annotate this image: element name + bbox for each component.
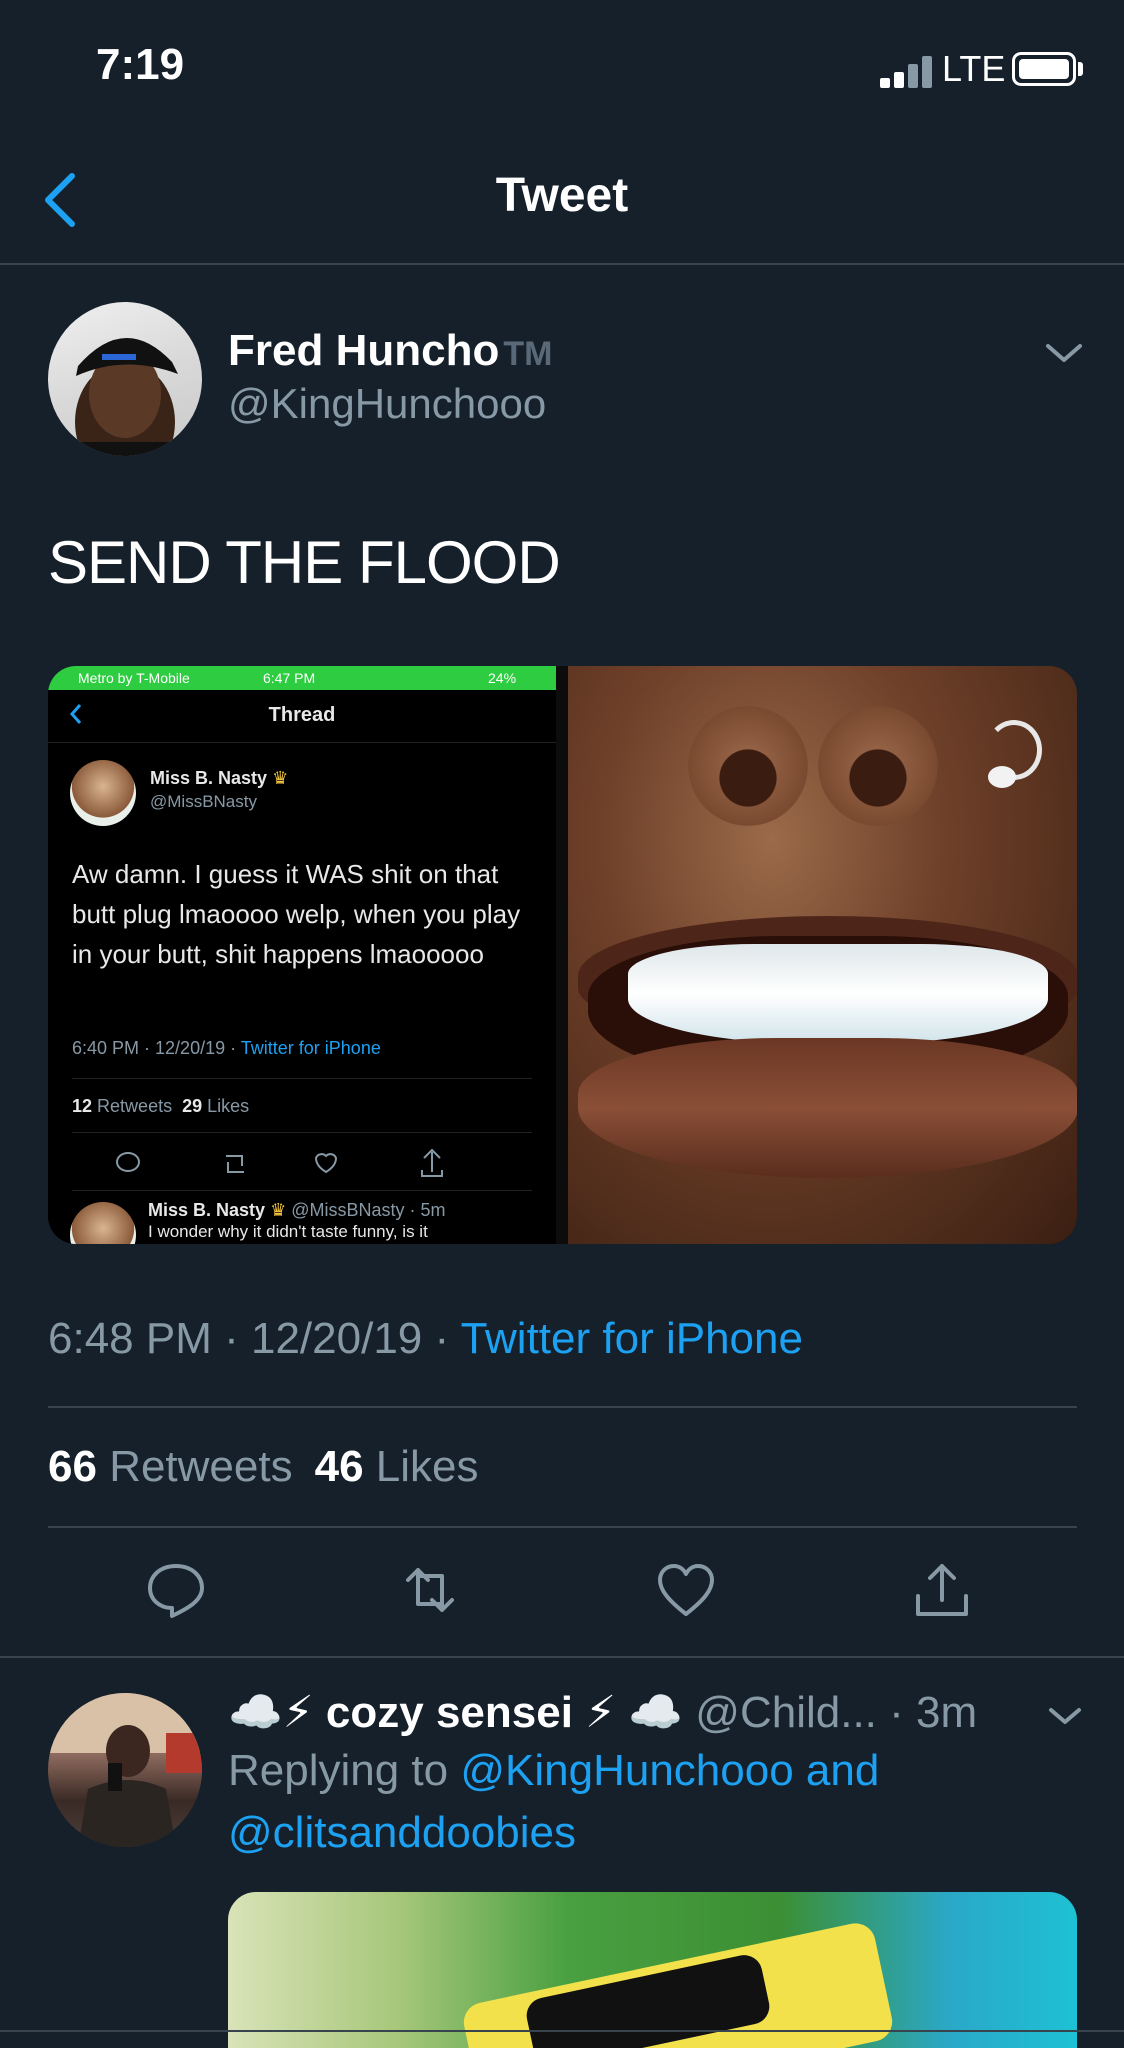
signal-icon xyxy=(880,52,936,88)
embedded-carrier: Metro by T-Mobile xyxy=(78,670,190,686)
battery-nub xyxy=(1078,62,1083,76)
embedded-divider xyxy=(48,742,556,743)
embedded-actions-icons xyxy=(116,1148,443,1177)
author-suffix: TM xyxy=(503,335,553,373)
share-icon[interactable] xyxy=(910,1558,974,1622)
reply-author-name[interactable]: ☁️⚡ cozy sensei ⚡ ☁️ xyxy=(228,1688,683,1737)
tweet-media[interactable]: Metro by T-Mobile 6:47 PM 24% Thread Mis… xyxy=(48,666,1077,1244)
chevron-down-icon[interactable] xyxy=(1042,338,1086,368)
media-image-screenshot[interactable]: Metro by T-Mobile 6:47 PM 24% Thread Mis… xyxy=(48,666,556,1244)
tweet-time: 6:48 PM xyxy=(48,1314,212,1363)
embedded-reply-author: Miss B. Nasty ♛ @MissBNasty · 5m xyxy=(148,1200,446,1220)
tweet-date: 12/20/19 xyxy=(250,1314,423,1363)
reply-media[interactable] xyxy=(228,1892,1077,2048)
embedded-meta: 6:40 PM · 12/20/19 · Twitter for iPhone xyxy=(72,1038,381,1058)
embedded-avatar xyxy=(70,760,136,826)
reply-handle-time[interactable]: @Child... · 3m xyxy=(695,1688,977,1737)
embedded-tweet-text: Aw damn. I guess it WAS shit on that but… xyxy=(72,859,521,969)
page-title: Tweet xyxy=(495,169,629,222)
embedded-title: Thread xyxy=(268,704,336,726)
retweets-count-link[interactable]: 66 Retweets xyxy=(48,1442,293,1491)
avatar[interactable] xyxy=(48,302,202,456)
reply-header: ☁️⚡ cozy sensei ⚡ ☁️ @Child... · 3m xyxy=(228,1686,977,1738)
divider xyxy=(48,1406,1077,1408)
embedded-reply-avatar xyxy=(70,1202,136,1244)
replying-to: Replying to @KingHunchooo and xyxy=(228,1746,879,1796)
reply-icon[interactable] xyxy=(144,1558,208,1622)
embedded-author-name: Miss B. Nasty ♛ xyxy=(150,768,289,788)
embedded-reply-text: I wonder why it didn't taste funny, is i… xyxy=(148,1222,428,1241)
embedded-divider xyxy=(72,1190,532,1191)
author-name-text: Fred Huncho xyxy=(228,326,500,375)
embedded-counts: 12 Retweets 29 Likes xyxy=(72,1096,250,1116)
photo-nose xyxy=(688,706,808,826)
embedded-divider xyxy=(72,1078,532,1079)
reply-avatar[interactable] xyxy=(48,1693,202,1847)
photo-teeth xyxy=(628,944,1048,1044)
tweet-text: SEND THE FLOOD xyxy=(48,529,561,596)
bottom-divider xyxy=(0,2030,1124,2032)
author-name[interactable]: Fred Huncho TM xyxy=(228,326,552,376)
photo-nose xyxy=(818,706,938,826)
like-icon[interactable] xyxy=(654,1558,718,1622)
divider xyxy=(48,1526,1077,1528)
network-label: LTE xyxy=(942,48,1006,89)
embedded-battery: 24% xyxy=(488,670,517,686)
battery-icon xyxy=(1012,52,1076,86)
embedded-author-handle: @MissBNasty xyxy=(150,792,257,811)
photo-nose-ring-bead xyxy=(988,766,1016,788)
status-time: 7:19 xyxy=(96,40,185,89)
embedded-time: 6:47 PM xyxy=(263,670,316,686)
thread-divider xyxy=(0,1656,1124,1658)
header-divider xyxy=(0,263,1124,265)
tweet-source[interactable]: Twitter for iPhone xyxy=(461,1314,803,1363)
tweet-timestamp: 6:48 PM · 12/20/19 · Twitter for iPhone xyxy=(48,1314,803,1363)
reply-mention[interactable]: @KingHunchooo and xyxy=(460,1746,879,1795)
reply-mention[interactable]: @clitsanddoobies xyxy=(228,1808,576,1858)
tweet-counts: 66 Retweets 46 Likes xyxy=(48,1442,479,1492)
author-handle[interactable]: @KingHunchooo xyxy=(228,380,546,428)
embedded-status-bar: Metro by T-Mobile 6:47 PM 24% xyxy=(48,666,556,690)
media-image-smile[interactable] xyxy=(568,666,1077,1244)
replying-prefix: Replying to xyxy=(228,1746,461,1795)
chevron-down-icon[interactable] xyxy=(1046,1702,1084,1730)
photo-lower-lip xyxy=(578,1038,1077,1178)
retweet-icon[interactable] xyxy=(398,1558,462,1622)
embedded-divider xyxy=(72,1132,532,1133)
likes-count-link[interactable]: 46 Likes xyxy=(315,1442,479,1491)
